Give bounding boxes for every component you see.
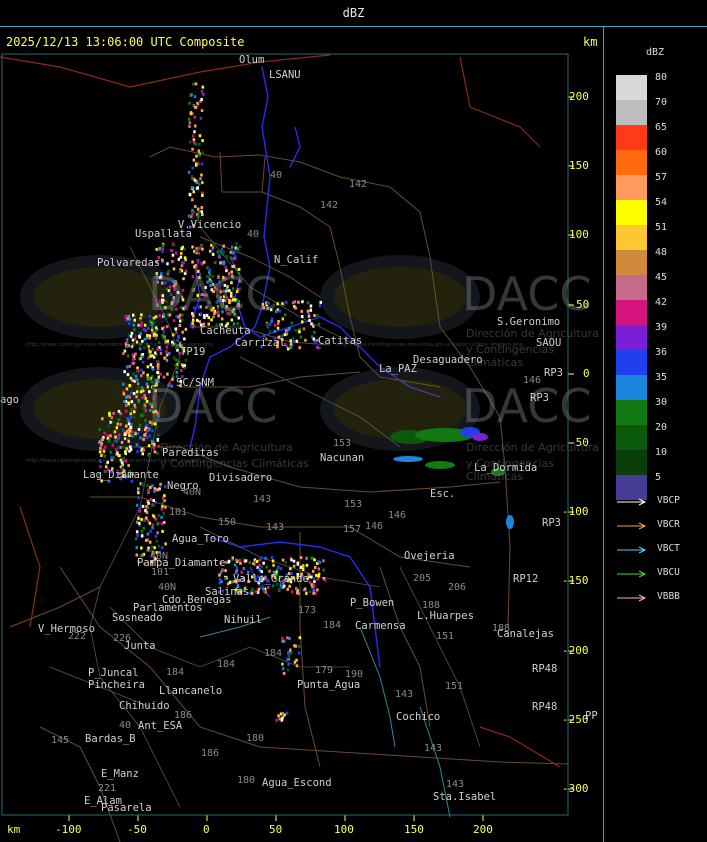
legend-swatch (616, 125, 647, 150)
product-title-bar: dBZ (0, 0, 707, 27)
legend-value: 42 (655, 297, 668, 308)
legend-swatch (616, 200, 647, 225)
radar-name: VBCU (657, 567, 680, 578)
radar-name: VBCR (657, 519, 680, 530)
legend-value: 35 (655, 372, 668, 383)
legend-swatch (616, 400, 647, 425)
radar-map[interactable]: DACC DACC DACC DACC Dirección de Agricul… (0, 27, 604, 842)
arrow-icon (617, 594, 647, 602)
legend-swatch (616, 375, 647, 400)
legend-swatch (616, 350, 647, 375)
radar-name: VBCP (657, 495, 680, 506)
legend-swatch (616, 425, 647, 450)
arrow-icon (617, 522, 647, 530)
legend-value: 20 (655, 422, 668, 433)
legend-value: 70 (655, 97, 668, 108)
radar-entry: VBCT (616, 543, 706, 557)
legend-swatch (616, 450, 647, 475)
legend-swatch (616, 100, 647, 125)
product-title: dBZ (342, 6, 365, 20)
arrow-icon (617, 498, 647, 506)
legend-value: 51 (655, 222, 668, 233)
axis-ticks (1, 53, 574, 821)
legend-panel: dBZ 80 70 65 60 57 54 51 48 45 42 39 36 35 30 20 10 5 VB… (605, 27, 707, 842)
legend-value: 54 (655, 197, 668, 208)
legend-swatch (616, 150, 647, 175)
legend-swatch (616, 250, 647, 275)
legend-value: 36 (655, 347, 668, 358)
legend-swatch (616, 300, 647, 325)
legend-value: 5 (655, 472, 662, 483)
radar-entry: VBCU (616, 567, 706, 581)
legend-swatch (616, 325, 647, 350)
legend-value: 48 (655, 247, 668, 258)
legend-value: 57 (655, 172, 668, 183)
radar-entry: VBCP (616, 495, 706, 509)
legend-value: 65 (655, 122, 668, 133)
legend-swatch (616, 275, 647, 300)
arrow-icon (617, 570, 647, 578)
legend-value: 80 (655, 72, 668, 83)
radar-entry: VBCR (616, 519, 706, 533)
radar-name: VBCT (657, 543, 680, 554)
legend-value: 60 (655, 147, 668, 158)
radar-name: VBBB (657, 591, 680, 602)
legend-swatch (616, 225, 647, 250)
legend-title: dBZ (645, 47, 665, 58)
legend-swatch (616, 175, 647, 200)
legend-swatch (616, 75, 647, 100)
legend-value: 10 (655, 447, 668, 458)
radar-entry: VBBB (616, 591, 706, 605)
legend-value: 45 (655, 272, 668, 283)
legend-value: 30 (655, 397, 668, 408)
arrow-icon (617, 546, 647, 554)
legend-value: 39 (655, 322, 668, 333)
